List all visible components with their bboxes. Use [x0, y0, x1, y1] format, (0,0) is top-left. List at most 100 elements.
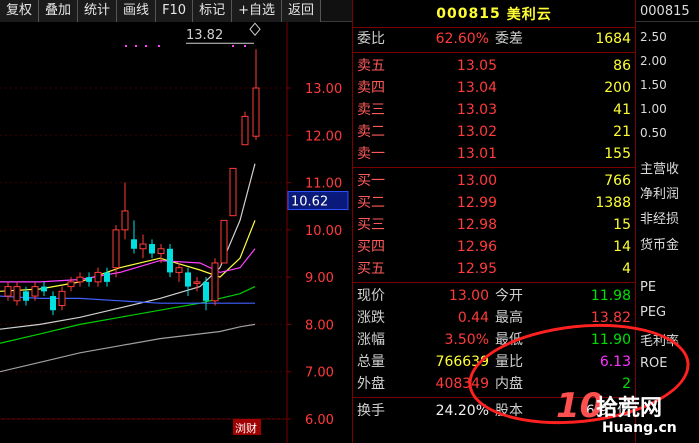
price-tick-label: 13.00: [305, 82, 342, 97]
candle-body: [211, 262, 219, 302]
moving-average-line: [0, 163, 256, 330]
side-item[interactable]: PEG: [640, 305, 666, 320]
side-item[interactable]: PE: [640, 280, 656, 295]
buy-order-book: 买一 13.00 766 买二 12.99 1388 买三 12.98 15 买四 12.96 14 买…: [353, 170, 635, 280]
candle-body: [13, 286, 21, 302]
diff-value: 1684: [595, 31, 631, 47]
level-label: 卖三: [357, 102, 385, 118]
stat-value: 13.00: [448, 288, 489, 304]
candle-body: [50, 296, 56, 311]
sell-level-row[interactable]: 卖三 13.03 41: [353, 99, 635, 121]
candle-body: [58, 290, 66, 307]
stat-label: 现价: [357, 288, 385, 304]
toolbar-button[interactable]: 返回: [282, 0, 322, 22]
level-label: 买四: [357, 239, 385, 255]
level-volume: 15: [613, 217, 631, 233]
level-price: 13.01: [456, 146, 497, 162]
side-tick-label: 0.50: [640, 126, 667, 140]
kline-chart[interactable]: 13.00 12.00 11.00 10.00 9.00 8.00 7.00 6.00 10.6…: [0, 22, 352, 443]
level-volume: 155: [604, 146, 631, 162]
candle-body: [23, 291, 29, 301]
sell-level-row[interactable]: 卖一 13.01 155: [353, 143, 635, 165]
stock-name: 美利云: [506, 6, 552, 23]
stock-title[interactable]: 000815 美利云: [353, 0, 635, 28]
level-volume: 4: [622, 261, 631, 277]
ratio-value: 62.60%: [435, 31, 489, 47]
candle-body: [31, 286, 39, 297]
sell-level-row[interactable]: 卖四 13.04 200: [353, 77, 635, 99]
level-price: 12.96: [456, 239, 497, 255]
divider: [353, 167, 635, 168]
high-price-marker: 13.82: [186, 28, 223, 43]
candle-body: [67, 281, 75, 288]
price-tick-label: 9.00: [305, 271, 334, 286]
sell-level-row[interactable]: 卖二 13.02 21: [353, 121, 635, 143]
diff-label: 委差: [495, 31, 523, 47]
candle-body: [185, 272, 191, 287]
level-price: 13.05: [456, 58, 497, 74]
kline-chart-panel[interactable]: 复权 叠加 统计 画线 F10 标记 +自选 返回 13.00 12.00 11.00 10.00 9…: [0, 0, 352, 443]
level-label: 卖五: [357, 58, 385, 74]
candle-body: [86, 277, 92, 282]
level-volume: 41: [613, 102, 631, 118]
level-price: 12.98: [456, 217, 497, 233]
toolbar-button[interactable]: 标记: [193, 0, 233, 22]
buy-level-row[interactable]: 买一 13.00 766: [353, 170, 635, 192]
buy-level-row[interactable]: 买四 12.96 14: [353, 236, 635, 258]
logo-text: 浏财: [235, 421, 257, 435]
level-volume: 86: [613, 58, 631, 74]
toolbar-button[interactable]: 画线: [117, 0, 157, 22]
side-stock-code: 000815: [636, 0, 699, 22]
side-item[interactable]: 主营收: [640, 158, 679, 177]
ratio-label: 委比: [357, 31, 385, 47]
price-tick-label: 6.00: [305, 413, 334, 428]
candle-body: [4, 286, 12, 297]
toolbar-button[interactable]: 统计: [78, 0, 118, 22]
watermark-text: 拾荒网: [596, 396, 663, 421]
buy-level-row[interactable]: 买三 12.98 15: [353, 214, 635, 236]
candle-body: [104, 272, 110, 282]
sell-level-row[interactable]: 卖五 13.05 86: [353, 55, 635, 77]
level-volume: 766: [604, 173, 631, 189]
side-tick-label: 2.00: [640, 54, 667, 68]
toolbar-button[interactable]: 复权: [0, 0, 40, 22]
stat-value: 0.44: [457, 310, 489, 326]
buy-level-row[interactable]: 买二 12.99 1388: [353, 192, 635, 214]
candle-body: [203, 281, 209, 301]
level-price: 13.02: [456, 124, 497, 140]
candle-body: [241, 115, 249, 146]
candle-body: [149, 244, 155, 254]
stat-value: 3.50%: [444, 332, 489, 348]
candle-body: [175, 267, 183, 273]
stat-row: 现价 13.00 今开 11.98: [353, 285, 635, 307]
candle-body: [131, 239, 137, 249]
candle-body: [76, 276, 84, 283]
diamond-icon: [249, 22, 261, 37]
side-tick-label: 1.00: [640, 102, 667, 116]
side-item[interactable]: 净利润: [640, 183, 679, 202]
candle-body: [112, 229, 120, 269]
side-item[interactable]: 货币金: [640, 234, 679, 253]
level-label: 买一: [357, 173, 385, 189]
level-price: 12.95: [456, 261, 497, 277]
toolbar-button[interactable]: F10: [156, 0, 194, 22]
divider: [353, 282, 635, 283]
side-item[interactable]: 非经损: [640, 208, 679, 227]
toolbar-button[interactable]: +自选: [232, 0, 283, 22]
level-volume: 200: [604, 80, 631, 96]
watermark-logo: 10 拾荒网 Huang.cn: [556, 386, 699, 443]
price-tick-label: 11.00: [305, 177, 342, 192]
chart-toolbar: 复权 叠加 统计 画线 F10 标记 +自选 返回: [0, 0, 352, 22]
sell-order-book: 卖五 13.05 86 卖四 13.04 200 卖三 13.03 41 卖二 13.02 21 卖一 1…: [353, 55, 635, 165]
signal-dot: [244, 45, 246, 47]
price-tick-label: 8.00: [305, 318, 334, 333]
signal-dot: [145, 45, 147, 47]
level-price: 13.00: [456, 173, 497, 189]
level-price: 13.04: [456, 80, 497, 96]
price-tick-label: 10.00: [305, 224, 342, 239]
toolbar-button[interactable]: 叠加: [39, 0, 79, 22]
buy-level-row[interactable]: 买五 12.95 4: [353, 258, 635, 280]
side-tick-label: 2.50: [640, 30, 667, 44]
candle-body: [121, 210, 129, 231]
signal-dot: [232, 45, 234, 47]
